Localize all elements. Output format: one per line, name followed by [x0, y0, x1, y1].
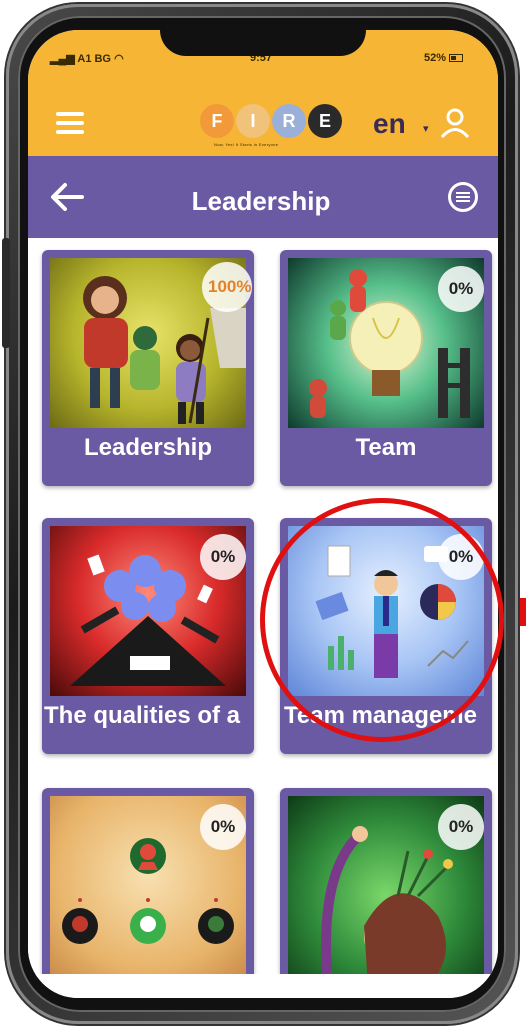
highlight-marker	[520, 598, 526, 626]
bottom-safe-area	[28, 974, 498, 998]
logo-letter-e: E	[308, 104, 342, 138]
phone-notch	[160, 30, 366, 56]
logo-letter-i: I	[236, 104, 270, 138]
signal-icon: ▂▄▆	[50, 53, 75, 65]
card-title: Leadership	[83, 434, 213, 461]
course-card-qualities[interactable]: 0% The qualities of a	[42, 518, 254, 754]
chevron-down-icon[interactable]: ▾	[423, 122, 429, 135]
hamburger-menu-icon[interactable]	[56, 112, 84, 134]
highlight-circle	[260, 498, 504, 742]
list-menu-icon[interactable]	[448, 182, 478, 212]
user-icon[interactable]	[440, 108, 470, 139]
progress-badge: 0%	[200, 804, 246, 850]
progress-badge: 0%	[200, 534, 246, 580]
status-carrier: ▂▄▆ A1 BG ◠	[50, 53, 124, 65]
language-selector[interactable]: en	[373, 108, 406, 140]
course-card-team[interactable]: 0% Team	[280, 250, 492, 486]
wifi-icon: ◠	[114, 53, 124, 65]
progress-badge: 0%	[438, 804, 484, 850]
volume-button	[2, 238, 10, 348]
logo-letter-r: R	[272, 104, 306, 138]
status-battery: 52%	[424, 52, 464, 64]
course-card-6[interactable]: 0%	[280, 788, 492, 988]
back-arrow-icon[interactable]	[50, 182, 84, 212]
course-card-leadership[interactable]: 100% Leadership	[42, 250, 254, 486]
course-card-5[interactable]: 0%	[42, 788, 254, 988]
logo-tagline: Now, Yes! It Starts In Everyone	[214, 142, 279, 147]
fire-logo: F I R E	[200, 104, 342, 138]
battery-icon	[449, 54, 464, 63]
page-title: Leadership	[191, 186, 331, 216]
progress-badge: 100%	[202, 262, 252, 312]
card-title: Team	[355, 434, 417, 461]
card-title: The qualities of a	[44, 702, 241, 729]
progress-badge: 0%	[438, 266, 484, 312]
logo-letter-f: F	[200, 104, 234, 138]
